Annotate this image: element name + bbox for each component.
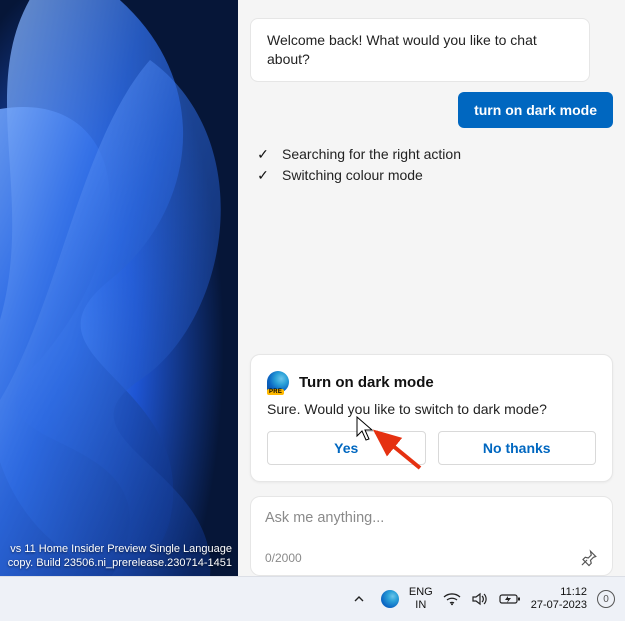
volume-icon[interactable] bbox=[471, 577, 489, 621]
pin-icon[interactable] bbox=[580, 549, 598, 567]
tray-edge-icon[interactable] bbox=[381, 577, 399, 621]
user-message: turn on dark mode bbox=[458, 92, 613, 128]
tray-overflow-button[interactable] bbox=[347, 577, 371, 621]
yes-button[interactable]: Yes bbox=[267, 431, 426, 465]
chevron-up-icon bbox=[353, 593, 365, 605]
taskbar: ENGIN 11:1227-07-2023 0 bbox=[0, 576, 625, 621]
notification-badge: 0 bbox=[597, 590, 615, 608]
desktop-wallpaper: vs 11 Home Insider Preview Single Langua… bbox=[0, 0, 238, 576]
status-item: ✓ Switching colour mode bbox=[254, 167, 613, 184]
card-body: Sure. Would you like to switch to dark m… bbox=[267, 401, 596, 417]
check-icon: ✓ bbox=[254, 167, 272, 184]
system-tray: ENGIN 11:1227-07-2023 0 bbox=[347, 577, 625, 621]
edge-preview-icon: PRE bbox=[267, 371, 289, 393]
copilot-chat-panel: Welcome back! What would you like to cha… bbox=[238, 0, 625, 576]
action-status-list: ✓ Searching for the right action ✓ Switc… bbox=[254, 142, 613, 188]
assistant-message: Welcome back! What would you like to cha… bbox=[250, 18, 590, 82]
wifi-icon[interactable] bbox=[443, 577, 461, 621]
battery-icon[interactable] bbox=[499, 577, 521, 621]
status-item: ✓ Searching for the right action bbox=[254, 146, 613, 163]
build-watermark: vs 11 Home Insider Preview Single Langua… bbox=[8, 542, 232, 570]
no-thanks-button[interactable]: No thanks bbox=[438, 431, 597, 465]
chat-input-card: 0/2000 bbox=[250, 496, 613, 576]
check-icon: ✓ bbox=[254, 146, 272, 163]
notification-center-button[interactable]: 0 bbox=[597, 577, 615, 621]
confirmation-card: PRE Turn on dark mode Sure. Would you li… bbox=[250, 354, 613, 482]
char-counter: 0/2000 bbox=[265, 551, 302, 565]
clock[interactable]: 11:1227-07-2023 bbox=[531, 577, 587, 621]
card-title: Turn on dark mode bbox=[299, 374, 434, 391]
language-indicator[interactable]: ENGIN bbox=[409, 577, 433, 621]
chat-input[interactable] bbox=[265, 510, 598, 526]
